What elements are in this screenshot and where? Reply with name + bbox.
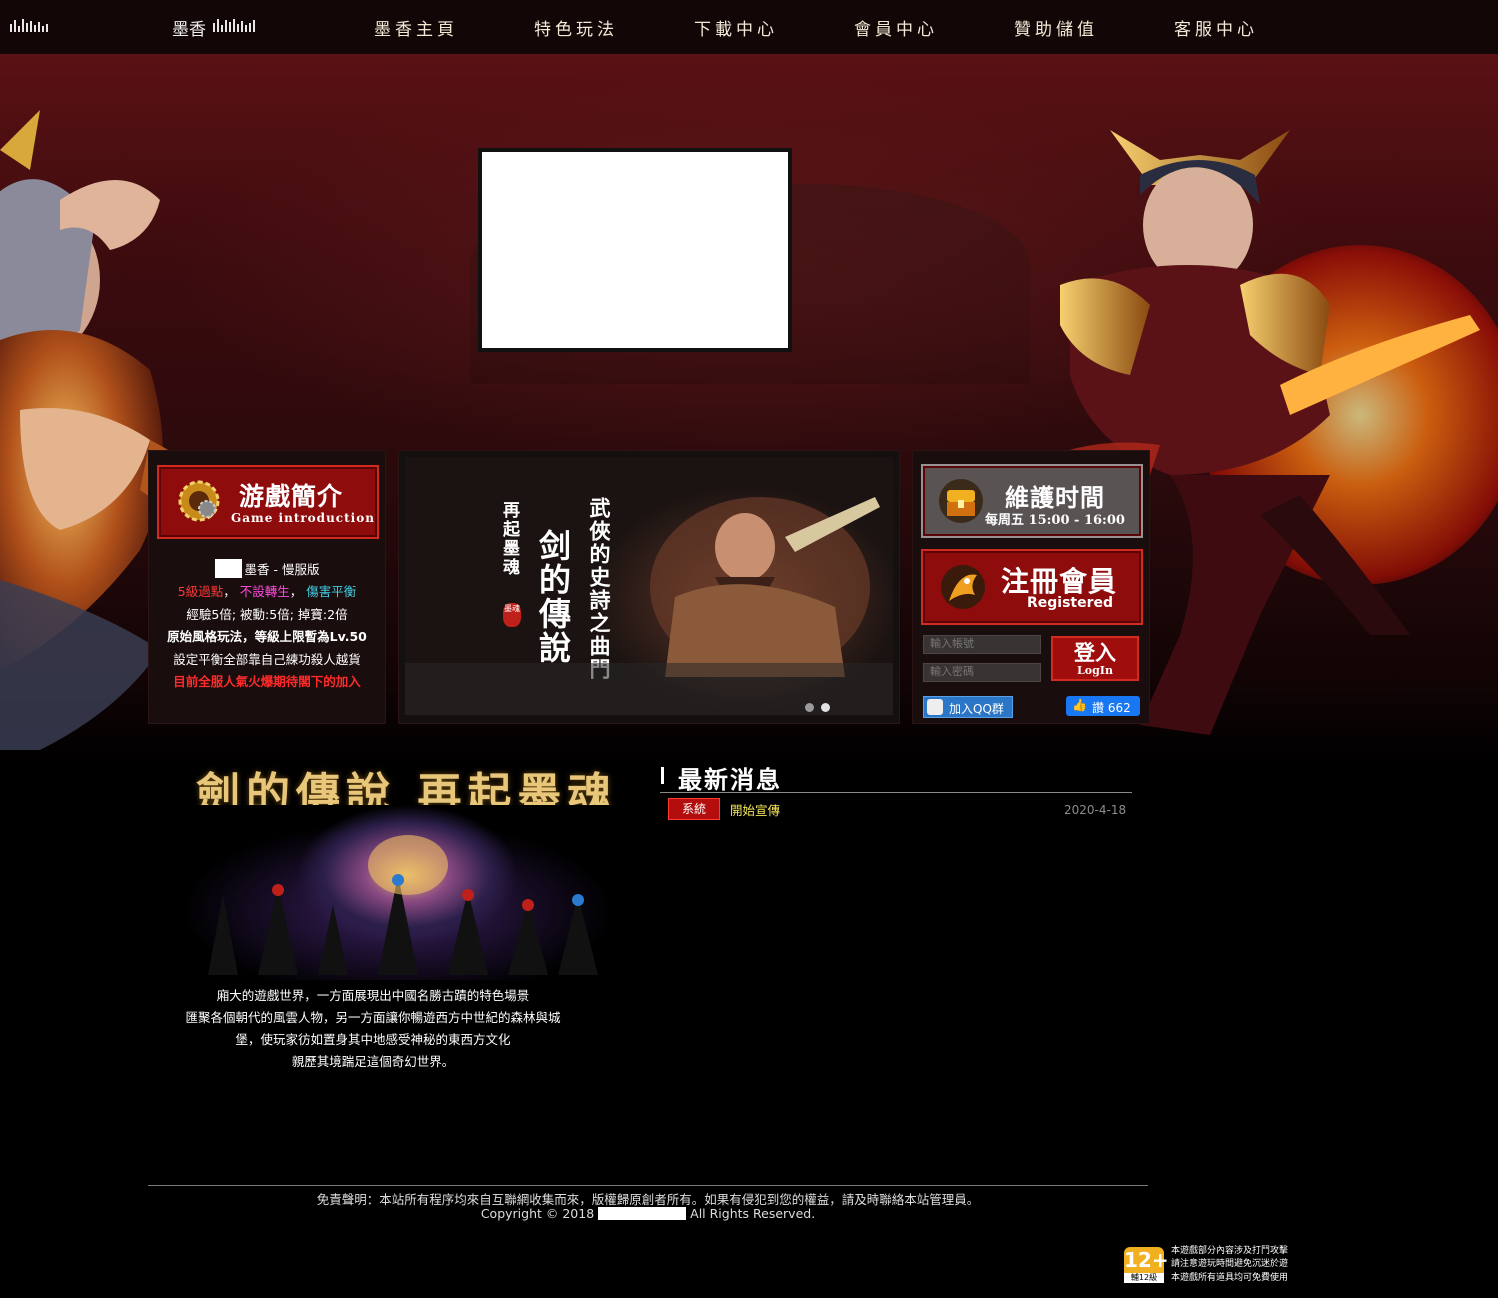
news-date: 2020-4-18 bbox=[1064, 803, 1127, 817]
rating-number: 12+ bbox=[1124, 1247, 1169, 1273]
slider-dot-2[interactable] bbox=[821, 703, 830, 712]
battle-figures bbox=[208, 835, 598, 975]
register-button[interactable]: 注冊會員 Registered bbox=[921, 549, 1143, 625]
feature-balance: 傷害平衡 bbox=[306, 584, 357, 600]
slide-text-2: 剑的傳說 bbox=[534, 529, 572, 665]
version-text: 墨香 - 慢服版 bbox=[244, 562, 320, 577]
join-qq-button[interactable]: 加入QQ群 bbox=[923, 696, 1013, 718]
intro-subtitle: Game introduction bbox=[231, 511, 375, 525]
login-label: 登入 bbox=[1074, 640, 1116, 665]
site-name-placeholder bbox=[598, 1207, 687, 1220]
game-intro-button[interactable]: 游戲簡介 Game introduction bbox=[157, 465, 379, 539]
seal-stamp: 墨魂 bbox=[503, 603, 521, 627]
nav-sponsor[interactable]: 贊助儲值 bbox=[1014, 15, 1098, 40]
description-line: 匯聚各個朝代的風雲人物，另一方面讓你暢遊西方中世紀的森林與城 bbox=[185, 1010, 561, 1025]
news-tag: 系統 bbox=[668, 798, 720, 820]
rates-text: 經驗5倍; 被動:5倍; 掉寶:2倍 bbox=[186, 606, 348, 622]
slide-caption-bar bbox=[405, 663, 893, 715]
age-rating-badge: 12+ 輔12級 bbox=[1124, 1247, 1169, 1283]
equalizer-icon bbox=[213, 19, 255, 32]
nav-home[interactable]: 墨香主頁 bbox=[374, 15, 458, 40]
slide-image[interactable]: 再起墨魂 墨魂 剑的傳說 武俠的史詩之曲門 bbox=[405, 457, 893, 715]
balance-text: 設定平衡全部靠自己練功殺人越貨 bbox=[173, 651, 361, 667]
slide-text-1: 再起墨魂 bbox=[499, 501, 519, 577]
intro-text: 墨香 - 慢服版 5級過點， 不設轉生， 傷害平衡 經驗5倍; 被動:5倍; 掉… bbox=[149, 559, 385, 693]
video-player[interactable] bbox=[478, 148, 792, 352]
maintenance-button[interactable]: 維護时間 每周五 15:00 - 16:00 bbox=[921, 464, 1143, 538]
warrior-art bbox=[650, 497, 880, 677]
rating-label: 輔12級 bbox=[1124, 1273, 1164, 1283]
register-title: 注冊會員 bbox=[1001, 565, 1118, 598]
showcase-description: 廂大的遊戲世界，一方面展現出中國名勝古蹟的特色場景 匯聚各個朝代的風雲人物，另一… bbox=[148, 985, 598, 1073]
copyright-suffix: All Rights Reserved. bbox=[690, 1206, 816, 1221]
image-slider: 再起墨魂 墨魂 剑的傳說 武俠的史詩之曲門 bbox=[398, 450, 900, 724]
rating-note: 本遊戲所有道具均可免費使用 bbox=[1171, 1272, 1289, 1283]
footer-divider bbox=[148, 1185, 1148, 1186]
news-item[interactable]: 系統 開始宣傳 2020-4-18 bbox=[668, 798, 1128, 820]
invite-text: 目前全服人氣火爆期待閣下的加入 bbox=[173, 674, 361, 690]
footer-copyright: Copyright © 2018 All Rights Reserved. bbox=[148, 1206, 1148, 1221]
news-title-link[interactable]: 開始宣傳 bbox=[730, 800, 780, 819]
nav-support[interactable]: 客服中心 bbox=[1174, 15, 1258, 40]
qq-group-icon bbox=[927, 699, 943, 715]
gear-icon bbox=[178, 480, 220, 522]
rating-note: 請注意遊玩時間避免沉迷於遊 bbox=[1171, 1259, 1289, 1270]
equalizer-icon bbox=[10, 19, 48, 32]
battle-artwork bbox=[168, 805, 628, 980]
dragon-emblem-icon bbox=[941, 565, 985, 609]
like-count: 讚 662 bbox=[1092, 701, 1131, 715]
qq-label: 加入QQ群 bbox=[949, 702, 1004, 716]
description-line: 親歷其境踹足這個奇幻世界。 bbox=[291, 1054, 455, 1069]
maintenance-title: 維護时間 bbox=[1005, 483, 1105, 512]
rating-notes: 本遊戲部分內容涉及打鬥攻擊 請注意遊玩時間避免沉迷於遊 本遊戲所有道具均可免費使… bbox=[1171, 1245, 1301, 1285]
slide-text-3: 武俠的史詩之曲門 bbox=[587, 497, 612, 681]
register-subtitle: Registered bbox=[1027, 595, 1114, 611]
nav-download[interactable]: 下載中心 bbox=[694, 15, 778, 40]
rating-note: 本遊戲部分內容涉及打鬥攻擊 bbox=[1171, 1246, 1289, 1256]
logo-placeholder bbox=[214, 559, 242, 578]
news-heading: 最新消息 bbox=[678, 765, 782, 794]
password-input[interactable] bbox=[923, 663, 1041, 682]
account-input[interactable] bbox=[923, 635, 1041, 654]
top-navigation-bar: 墨香 墨香主頁 特色玩法 下載中心 會員中心 贊助儲值 客服中心 bbox=[0, 0, 1498, 54]
level-cap-text: 原始風格玩法，等級上限暫為Lv.50 bbox=[167, 629, 367, 645]
feature-rebirth: 不設轉生 bbox=[239, 584, 290, 600]
site-logo[interactable]: 墨香 bbox=[172, 15, 206, 40]
login-button[interactable]: 登入 LogIn bbox=[1051, 636, 1139, 681]
feature-level: 5級過點 bbox=[177, 584, 224, 600]
description-line: 堡，使玩家彷如置身其中地感受神秘的東西方文化 bbox=[235, 1032, 511, 1047]
intro-title: 游戲簡介 bbox=[239, 482, 344, 511]
heading-bar bbox=[661, 767, 664, 784]
treasure-chest-icon bbox=[939, 479, 983, 523]
maintenance-time: 每周五 15:00 - 16:00 bbox=[985, 513, 1125, 528]
nav-features[interactable]: 特色玩法 bbox=[534, 15, 618, 40]
copyright-prefix: Copyright © 2018 bbox=[480, 1206, 595, 1221]
slider-dot-1[interactable] bbox=[805, 703, 814, 712]
account-panel: 維護时間 每周五 15:00 - 16:00 注冊會員 Registered 登… bbox=[912, 450, 1150, 724]
nav-member[interactable]: 會員中心 bbox=[854, 15, 938, 40]
thumbs-up-icon: 👍 bbox=[1072, 698, 1087, 712]
description-line: 廂大的遊戲世界，一方面展現出中國名勝古蹟的特色場景 bbox=[216, 988, 530, 1003]
news-header: 最新消息 bbox=[660, 760, 1132, 794]
game-intro-panel: 游戲簡介 Game introduction 墨香 - 慢服版 5級過點， 不設… bbox=[148, 450, 386, 724]
login-sublabel: LogIn bbox=[1077, 664, 1113, 677]
facebook-like-button[interactable]: 👍 讚 662 bbox=[1066, 696, 1140, 716]
